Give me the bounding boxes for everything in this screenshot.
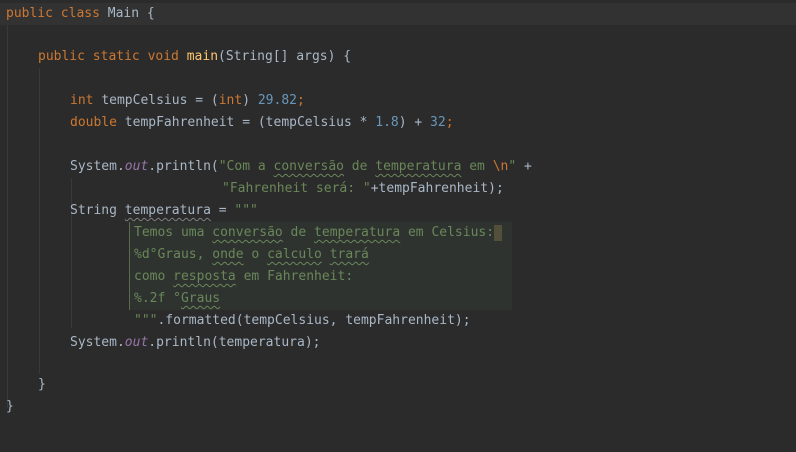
code-line-10[interactable]: String temperatura = """ (0, 200, 796, 222)
code-line-14[interactable]: %.2f °Graus (0, 288, 796, 310)
semicolon: ; (445, 115, 454, 130)
code-line-19[interactable]: } (0, 396, 796, 418)
paren: ) (242, 93, 258, 108)
println-call: .println( (148, 159, 219, 174)
keyword: public class (6, 6, 108, 21)
code-line-6[interactable]: double tempFahrenheit = (tempCelsius * 1… (0, 112, 796, 134)
text-block-content: trará (329, 247, 369, 262)
string-literal: "Fahrenheit será: " (222, 181, 371, 196)
closing-brace: } (38, 377, 46, 392)
code-line-15[interactable]: """.formatted(tempCelsius, tempFahrenhei… (0, 310, 796, 332)
escape-sequence: \n (492, 159, 509, 174)
code-line-11[interactable]: Temos uma conversão de temperatura em Ce… (0, 222, 796, 244)
number-literal: 32 (430, 115, 446, 130)
operator: + (516, 159, 532, 174)
code-line-12[interactable]: %d°Graus, onde o calculo trará (0, 244, 796, 266)
text-block-content: %d°Graus, (134, 247, 213, 262)
text-block-content: o (243, 247, 268, 262)
modifiers: public static void (38, 49, 187, 64)
text-block-open: """ (234, 203, 258, 218)
text-block-content: onde (212, 247, 244, 262)
text-block-content: de (282, 225, 315, 240)
string-literal: temperatura (375, 159, 462, 174)
code-line-3[interactable]: public static void main(String[] args) { (0, 46, 796, 68)
brace: { (139, 6, 155, 21)
text-block-content: %.2f ° (134, 291, 181, 306)
text-cursor (494, 224, 503, 241)
semicolon: ; (297, 93, 305, 108)
method-signature: (String[] args) { (218, 49, 352, 64)
number-literal: 1.8 (375, 115, 399, 130)
text-block-content: Graus (180, 291, 221, 306)
text-block-close: """ (134, 313, 158, 328)
string-literal: conversão (273, 159, 344, 174)
formatted-call: .formatted(tempCelsius, tempFahrenheit); (157, 313, 471, 328)
string-literal: "Com a (218, 159, 274, 174)
text-block-content (322, 247, 330, 262)
code-line-9[interactable]: "Fahrenheit será: "+tempFahrenheit); (0, 178, 796, 200)
code-line-1[interactable]: public class Main { (0, 3, 796, 25)
operator: = (210, 203, 235, 218)
code-line-13[interactable]: como resposta em Fahrenheit: (0, 266, 796, 288)
code-line-16[interactable]: System.out.println(temperatura); (0, 332, 796, 354)
out-field: out (124, 159, 149, 174)
type: double (70, 115, 125, 130)
string-literal: " (508, 159, 517, 174)
cast-type: int (218, 93, 243, 108)
code-line-18[interactable]: } (0, 374, 796, 396)
system-class: System. (70, 159, 125, 174)
text-block-content: conversão (212, 225, 283, 240)
text-block-content: em Fahrenheit: (235, 269, 354, 284)
text-block-content: Temos uma (134, 225, 213, 240)
text-block-content: resposta (173, 269, 236, 284)
string-literal: em (461, 159, 493, 174)
variable-name: temperatura (124, 203, 211, 218)
class-name: Main (107, 6, 140, 21)
system-class: System. (70, 335, 125, 350)
text-block-content: calculo (267, 247, 322, 262)
type: int (70, 93, 102, 108)
code-line-8[interactable]: System.out.println("Com a conversão de t… (0, 156, 796, 178)
method-name: main (186, 49, 219, 64)
text-block-content: como (134, 269, 174, 284)
text-block-content: temperatura (314, 225, 401, 240)
assignment: tempCelsius = ( (101, 93, 219, 108)
operator: ) + (398, 115, 431, 130)
println-call: .println(temperatura); (148, 335, 321, 350)
closing-brace: } (6, 399, 14, 414)
expression: +tempFahrenheit); (370, 181, 504, 196)
type: String (70, 203, 125, 218)
out-field: out (124, 335, 149, 350)
string-literal: de (343, 159, 376, 174)
text-block-content: em Celsius: (400, 225, 495, 240)
number-literal: 29.82 (257, 93, 297, 108)
expression: tempFahrenheit = (tempCelsius * (124, 115, 376, 130)
code-line-5[interactable]: int tempCelsius = (int) 29.82; (0, 90, 796, 112)
code-editor[interactable]: public class Main { public static void m… (0, 0, 796, 452)
